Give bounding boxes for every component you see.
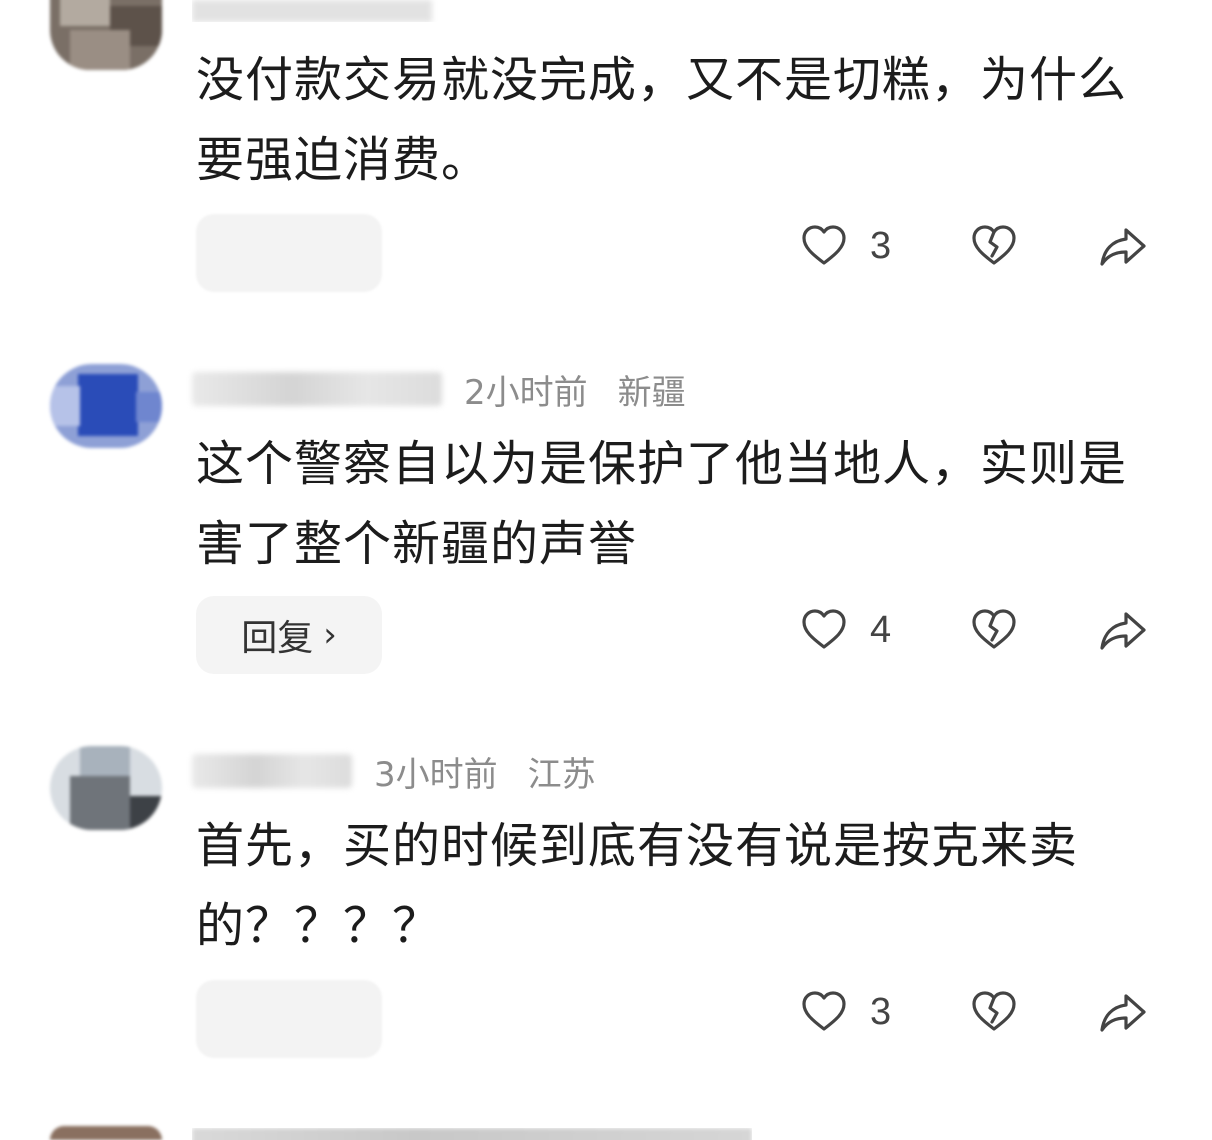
username-redacted bbox=[192, 0, 432, 22]
like-count: 3 bbox=[870, 224, 892, 267]
comment-actions: 3 bbox=[800, 222, 1160, 282]
like-button[interactable]: 4 bbox=[800, 606, 891, 654]
heart-outline-icon bbox=[802, 991, 846, 1031]
dislike-button[interactable] bbox=[970, 988, 1018, 1040]
like-count: 3 bbox=[870, 990, 892, 1033]
chevron-right-icon: › bbox=[323, 615, 337, 655]
reply-label: 回复 bbox=[241, 618, 314, 659]
avatar[interactable] bbox=[50, 364, 162, 448]
comment-meta: 3小时前 江苏 bbox=[192, 746, 596, 796]
reply-button[interactable]: 回复 › bbox=[196, 596, 382, 674]
comment-actions: 3 bbox=[800, 988, 1160, 1048]
comment-time: 3小时前 bbox=[374, 754, 498, 795]
comment-text: 首先，买的时候到底有没有说是按克来卖的？？？？ bbox=[196, 818, 1079, 954]
heart-outline-icon bbox=[802, 225, 846, 265]
avatar[interactable] bbox=[50, 746, 162, 830]
like-button[interactable]: 3 bbox=[800, 222, 891, 270]
broken-heart-icon bbox=[972, 609, 1016, 649]
reply-button-redacted[interactable] bbox=[196, 214, 382, 292]
comment-region: 新疆 bbox=[617, 372, 686, 413]
dislike-button[interactable] bbox=[970, 222, 1018, 274]
like-count: 4 bbox=[870, 608, 892, 651]
heart-outline-icon bbox=[802, 609, 846, 649]
username-redacted bbox=[192, 1128, 752, 1140]
username-redacted[interactable] bbox=[192, 372, 442, 406]
share-button[interactable] bbox=[1098, 988, 1148, 1040]
avatar[interactable] bbox=[50, 0, 162, 70]
previous-comment-meta-cutoff bbox=[192, 0, 450, 22]
share-arrow-icon bbox=[1100, 612, 1146, 650]
like-button[interactable]: 3 bbox=[800, 988, 891, 1036]
username-redacted[interactable] bbox=[192, 754, 352, 788]
share-arrow-icon bbox=[1100, 994, 1146, 1032]
broken-heart-icon bbox=[972, 991, 1016, 1031]
comment-region: 江苏 bbox=[527, 754, 596, 795]
share-button[interactable] bbox=[1098, 606, 1148, 658]
avatar[interactable] bbox=[50, 1126, 162, 1140]
comment-text: 这个警察自以为是保护了他当地人，实则是害了整个新疆的声誉 bbox=[196, 436, 1128, 572]
next-comment-meta-cutoff bbox=[192, 1128, 752, 1140]
comment-actions: 4 bbox=[800, 606, 1160, 666]
comment-time: 2小时前 bbox=[464, 372, 588, 413]
broken-heart-icon bbox=[972, 225, 1016, 265]
dislike-button[interactable] bbox=[970, 606, 1018, 658]
comment-meta: 2小时前 新疆 bbox=[192, 364, 686, 414]
share-button[interactable] bbox=[1098, 222, 1148, 274]
comment-text: 没付款交易就没完成，又不是切糕，为什么要强迫消费。 bbox=[196, 52, 1128, 188]
reply-button-redacted[interactable] bbox=[196, 980, 382, 1058]
share-arrow-icon bbox=[1100, 228, 1146, 266]
